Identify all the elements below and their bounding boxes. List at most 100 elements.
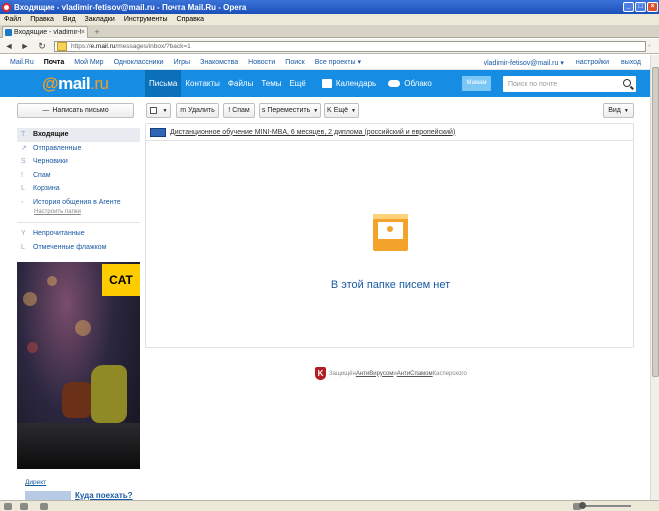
mailru-logo[interactable]: @mail.ru	[42, 74, 109, 94]
menu-tools[interactable]: Инструменты	[124, 16, 168, 23]
calendar-label: Календарь	[335, 79, 377, 88]
promo-text[interactable]: Дистанционное обучение MINI-MBA, 6 месяц…	[170, 129, 455, 136]
folder-label: Черновики	[33, 158, 68, 166]
settings-link[interactable]: настройки	[576, 59, 609, 67]
menu-file[interactable]: Файл	[4, 16, 21, 23]
portal-link-games[interactable]: Игры	[174, 59, 191, 66]
select-all-checkbox[interactable]	[149, 107, 157, 114]
back-icon[interactable]: ◄	[4, 41, 14, 51]
folder-sent[interactable]: ↗ Отправленные	[17, 142, 140, 156]
folder-label: Входящие	[33, 131, 69, 139]
minimize-button[interactable]: _	[623, 2, 634, 12]
ad-bokeh	[23, 292, 37, 306]
spam-icon: !	[228, 107, 231, 114]
nav-files[interactable]: Файлы	[224, 70, 257, 97]
folder-label: Отправленные	[33, 144, 82, 152]
portal-bar: Mail.Ru Почта Мой Мир Одноклассники Игры…	[0, 55, 659, 70]
nav-more[interactable]: Ещё	[285, 70, 309, 97]
portal-link-dating[interactable]: Знакомства	[200, 59, 238, 66]
nav-themes[interactable]: Темы	[257, 70, 285, 97]
url-field[interactable]: https:// e.mail.ru /messages/inbox/?back…	[54, 41, 646, 52]
folder-drafts[interactable]: S Черновики	[17, 155, 140, 169]
view-label: Вид	[608, 107, 621, 114]
folder-list: T Входящие ↗ Отправленные S Черновики ! …	[17, 128, 140, 254]
folder-inbox[interactable]: T Входящие	[17, 128, 140, 142]
unread-icon: Y	[21, 230, 26, 238]
empty-folder-text: В этой папке писем нет	[330, 279, 451, 291]
folder-divider	[17, 222, 140, 223]
filter-flagged[interactable]: L Отмеченные флажком	[17, 241, 140, 255]
ad-ground	[17, 423, 140, 469]
trash-icon: m	[180, 107, 187, 114]
folder-trash[interactable]: L Корзина	[17, 182, 140, 196]
folder-agent-history[interactable]: ◦ История общения в Агенте	[17, 196, 140, 210]
new-tab-icon[interactable]: +	[92, 27, 102, 37]
promo-row[interactable]: Дистанционное обучение MINI-MBA, 6 месяц…	[146, 124, 633, 141]
ad-bokeh	[75, 320, 91, 336]
move-button[interactable]: s Переместить ▼	[259, 103, 321, 118]
menu-view[interactable]: Вид	[63, 16, 76, 23]
direct-link[interactable]: Директ	[25, 479, 46, 486]
portal-link-odnoklassniki[interactable]: Одноклассники	[114, 59, 164, 66]
portal-link-mailru[interactable]: Mail.Ru	[10, 59, 34, 66]
lock-icon	[57, 42, 67, 51]
cloud-icon	[388, 80, 401, 87]
forward-icon[interactable]: ►	[20, 41, 30, 51]
search-engine-icon[interactable]: ◦	[648, 42, 656, 50]
scrollbar-thumb[interactable]	[652, 67, 659, 377]
portal-link-mail[interactable]: Почта	[44, 59, 65, 66]
user-email-menu[interactable]: vladimir-fetisov@mail.ru ▾	[484, 59, 564, 67]
delete-button[interactable]: m Удалить	[176, 103, 219, 118]
page-scrollbar[interactable]	[650, 55, 659, 500]
chevron-down-icon: ▼	[313, 107, 319, 114]
portal-link-news[interactable]: Новости	[248, 59, 275, 66]
more-icon: K	[327, 107, 332, 114]
portal-link-search[interactable]: Поиск	[285, 59, 304, 66]
panel-toggle-icon[interactable]	[4, 503, 12, 510]
more-button[interactable]: K Ещё ▼	[324, 103, 359, 118]
zoom-slider[interactable]	[575, 502, 631, 509]
maximize-button[interactable]: □	[635, 2, 646, 12]
menu-bar: Файл Правка Вид Закладки Инструменты Спр…	[0, 14, 659, 25]
search-icon[interactable]	[623, 79, 631, 87]
calendar-icon	[321, 79, 332, 88]
logout-link[interactable]: выход	[621, 59, 641, 67]
search-input[interactable]	[508, 80, 618, 88]
cat-boots-ad[interactable]: CAT	[17, 262, 140, 469]
nav-cloud[interactable]: Облако	[384, 70, 436, 97]
view-button[interactable]: Вид ▼	[603, 103, 634, 118]
menu-edit[interactable]: Правка	[30, 16, 54, 23]
folder-spam[interactable]: ! Спам	[17, 169, 140, 183]
close-window-button[interactable]: ×	[647, 2, 658, 12]
url-scheme: https://	[71, 43, 91, 50]
nav-letters[interactable]: Письма	[145, 70, 182, 97]
folder-label: История общения в Агенте	[33, 198, 121, 206]
portal-link-my-world[interactable]: Мой Мир	[74, 59, 103, 66]
tab-label: Входящие - vladimir-fetis...	[14, 29, 81, 36]
zoom-knob[interactable]	[579, 502, 586, 509]
nav-calendar[interactable]: Календарь	[318, 70, 380, 97]
portal-link-all-projects[interactable]: Все проекты ▾	[315, 58, 361, 66]
spam-label: Спам	[232, 107, 250, 114]
select-all-dropdown[interactable]: ▼	[146, 103, 171, 118]
ad-link[interactable]: Куда поехать?	[75, 491, 133, 500]
window-titlebar: Входящие - vladimir-fetisov@mail.ru - По…	[0, 0, 659, 14]
close-tab-icon[interactable]: ×	[81, 29, 85, 36]
filter-unread[interactable]: Y Непрочитанные	[17, 227, 140, 241]
menu-bookmarks[interactable]: Закладки	[85, 16, 115, 23]
mail-search[interactable]	[503, 76, 636, 92]
compose-button[interactable]: — Написать письмо	[17, 103, 134, 118]
setup-folders-link[interactable]: Настроить папки	[17, 209, 140, 220]
speed-dial-icon[interactable]	[40, 503, 48, 510]
mamam-badge[interactable]: Мамам	[462, 76, 491, 91]
nav-contacts[interactable]: Контакты	[181, 70, 224, 97]
favicon-icon	[5, 29, 12, 36]
antivirus-link[interactable]: АнтиВирусом	[356, 371, 394, 377]
reload-icon[interactable]: ↻	[37, 41, 47, 51]
spam-button[interactable]: ! Спам	[223, 103, 255, 118]
chevron-down-icon: ▼	[351, 107, 356, 114]
browser-tab[interactable]: Входящие - vladimir-fetis... ×	[2, 26, 88, 38]
turbo-icon[interactable]	[20, 503, 28, 510]
antispam-link[interactable]: АнтиСпамом	[397, 371, 433, 377]
menu-help[interactable]: Справка	[177, 16, 204, 23]
